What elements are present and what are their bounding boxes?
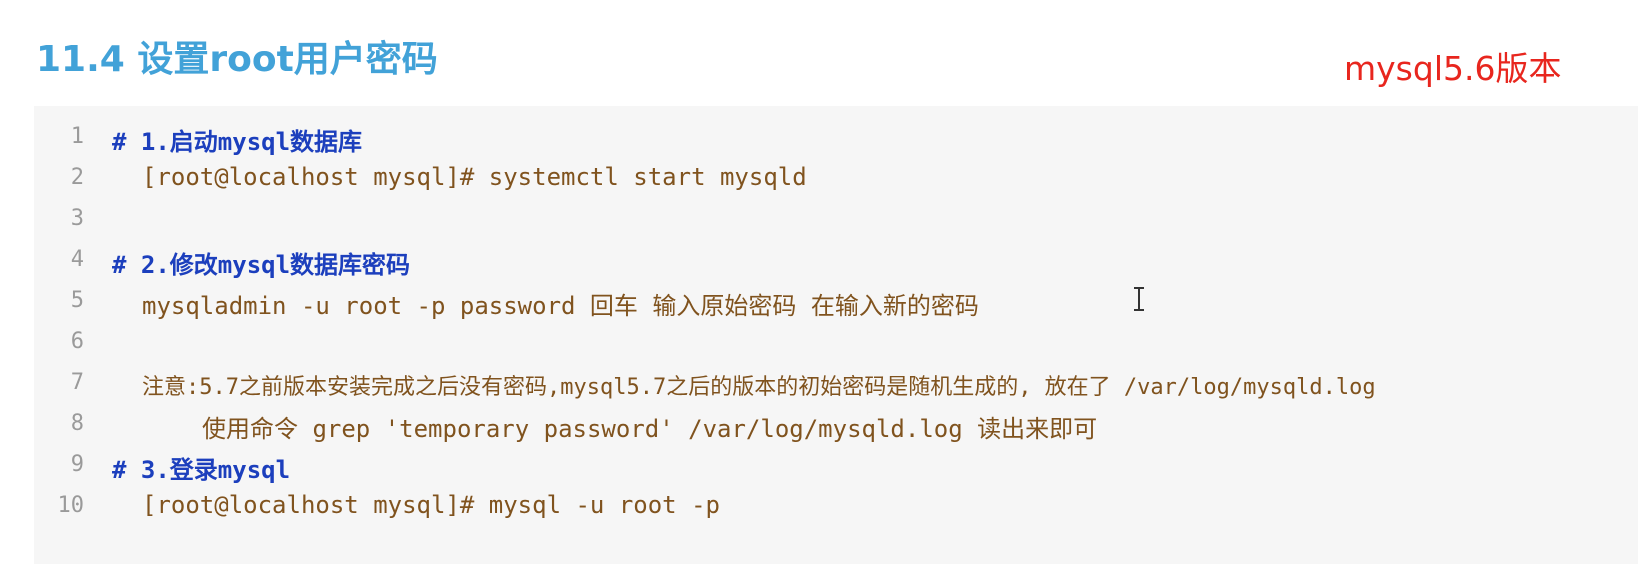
code-note: 注意:5.7之前版本安装完成之后没有密码,mysql5.7之后的版本的初始密码是… xyxy=(142,375,1376,400)
line-number: 4 xyxy=(70,247,84,272)
code-line-8: 8 使用命令 grep 'temporary password' /var/lo… xyxy=(34,403,1638,445)
code-command: [root@localhost mysql]# mysql -u root -p xyxy=(142,491,720,519)
text-cursor-icon xyxy=(1134,287,1144,311)
line-number: 7 xyxy=(70,370,84,395)
code-command: mysqladmin -u root -p password 回车 输入原始密码… xyxy=(142,292,979,320)
line-number: 1 xyxy=(70,124,84,149)
code-line-6: 6 xyxy=(34,321,1638,363)
line-number: 8 xyxy=(70,411,84,436)
code-note: 使用命令 grep 'temporary password' /var/log/… xyxy=(202,415,1098,443)
page-title: 11.4 设置root用户密码 xyxy=(36,39,438,80)
line-number: 5 xyxy=(70,288,84,313)
code-line-10: 10 [root@localhost mysql]# mysql -u root… xyxy=(34,485,1638,527)
code-block[interactable]: 1 # 1.启动mysql数据库 2 [root@localhost mysql… xyxy=(34,106,1638,564)
version-note: mysql5.6版本 xyxy=(1344,49,1562,88)
code-line-1: 1 # 1.启动mysql数据库 xyxy=(34,116,1638,158)
line-number: 3 xyxy=(70,206,84,231)
code-comment: # 2.修改mysql数据库密码 xyxy=(112,251,411,279)
line-number: 6 xyxy=(70,329,84,354)
code-line-9: 9 # 3.登录mysql xyxy=(34,444,1638,486)
line-number: 2 xyxy=(70,165,84,190)
code-comment: # 3.登录mysql xyxy=(112,456,291,484)
code-line-3: 3 xyxy=(34,198,1638,240)
code-line-5: 5 mysqladmin -u root -p password 回车 输入原始… xyxy=(34,280,1638,322)
code-line-4: 4 # 2.修改mysql数据库密码 xyxy=(34,239,1638,281)
code-command: [root@localhost mysql]# systemctl start … xyxy=(142,163,807,191)
code-line-7: 7 注意:5.7之前版本安装完成之后没有密码,mysql5.7之后的版本的初始密… xyxy=(34,362,1638,404)
code-line-2: 2 [root@localhost mysql]# systemctl star… xyxy=(34,157,1638,199)
line-number: 10 xyxy=(57,493,85,518)
line-number: 9 xyxy=(70,452,84,477)
code-comment: # 1.启动mysql数据库 xyxy=(112,128,363,156)
